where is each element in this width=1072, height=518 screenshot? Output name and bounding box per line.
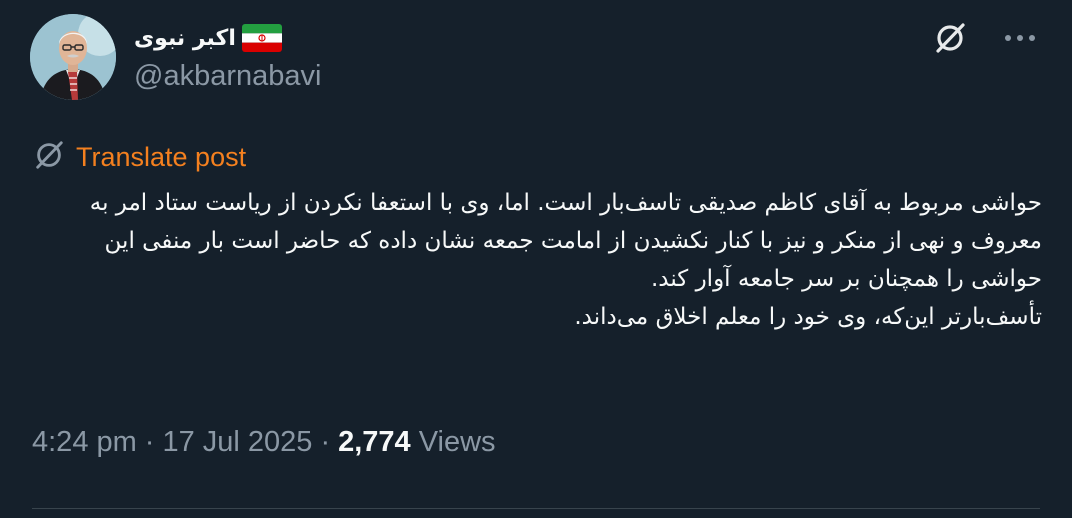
author-name-row: اکبر نبوی <box>134 20 321 56</box>
iran-flag-icon <box>241 24 282 52</box>
post-text: حواشی مربوط به آقای کاظم صدیقی تاسف‌بار … <box>27 184 1042 336</box>
author-block: اکبر نبوی @akbarnabavi <box>134 20 321 100</box>
post-paragraph-2: تأسف‌بارتر این‌که، وی خود را معلم اخلاق … <box>574 304 1042 330</box>
meta-separator: · <box>144 426 155 458</box>
views-label: Views <box>418 426 496 458</box>
avatar[interactable] <box>30 14 116 100</box>
author-display-name[interactable]: اکبر نبوی <box>134 26 236 51</box>
meta-separator: · <box>320 426 331 458</box>
post-container: اکبر نبوی @akbarnabavi Translate post حو… <box>0 0 1072 518</box>
avatar-image <box>30 14 116 100</box>
post-time[interactable]: 4:24 pm <box>32 426 137 459</box>
header-actions <box>930 18 1040 58</box>
post-paragraph-1: حواشی مربوط به آقای کاظم صدیقی تاسف‌بار … <box>89 190 1042 292</box>
divider <box>32 508 1040 509</box>
views-count[interactable]: 2,774 <box>338 426 411 459</box>
translate-icon <box>32 138 66 176</box>
translate-post-button[interactable]: Translate post <box>32 138 246 176</box>
translate-post-label: Translate post <box>76 141 247 172</box>
post-date[interactable]: 17 Jul 2025 <box>162 426 312 459</box>
more-icon[interactable] <box>1000 18 1040 58</box>
grok-icon[interactable] <box>930 18 970 58</box>
author-handle[interactable]: @akbarnabavi <box>134 60 321 93</box>
post-meta: 4:24 pm · 17 Jul 2025 · 2,774 Views <box>32 426 496 459</box>
